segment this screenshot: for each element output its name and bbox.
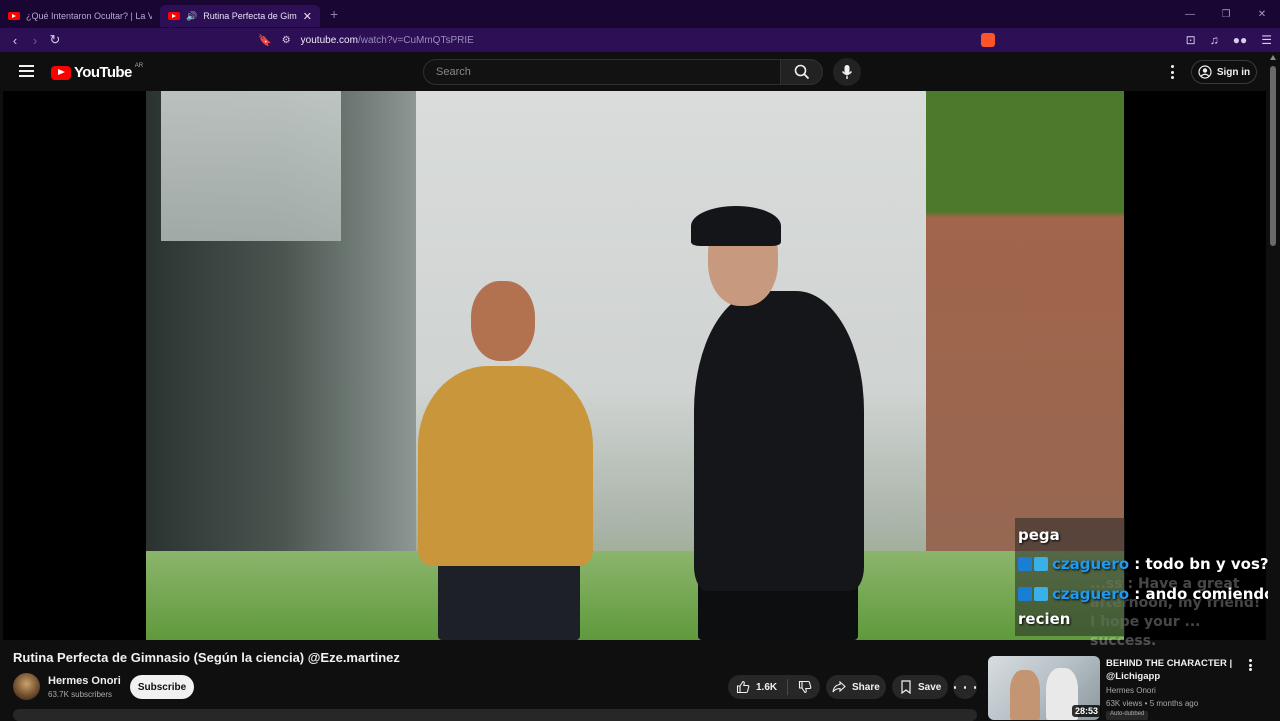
chat-badges — [1018, 587, 1048, 601]
scroll-up-icon[interactable] — [1270, 55, 1276, 60]
recommendation-channel[interactable]: Hermes Onori — [1106, 686, 1156, 695]
channel-name[interactable]: Hermes Onori — [48, 675, 121, 687]
account-icon — [1198, 65, 1212, 79]
screenshot-icon[interactable]: ⊡ — [1186, 33, 1196, 47]
chat-line: recien — [1018, 610, 1070, 628]
country-code: AR — [134, 62, 144, 69]
address-bar[interactable]: 🔖 ⚙ youtube.com/watch?v=CuMmQTsPRIE — [258, 28, 474, 52]
browser-tabstrip: ¿Qué Intentaron Ocultar? | La Verdad 🔊 R… — [0, 0, 1280, 28]
sub-badge-icon — [1034, 587, 1048, 601]
new-tab-button[interactable]: + — [330, 6, 338, 22]
site-settings-icon[interactable]: ⚙ — [282, 35, 291, 46]
description-box[interactable] — [13, 709, 977, 721]
back-icon[interactable]: ‹ — [5, 28, 25, 52]
url-path: /watch?v=CuMmQTsPRIE — [357, 34, 474, 46]
scene-floor — [146, 551, 1124, 640]
url-host: youtube.com — [300, 34, 358, 46]
save-button[interactable]: Save — [892, 675, 948, 699]
auto-dubbed-badge: Auto-dubbed — [1106, 711, 1149, 720]
channel-avatar[interactable] — [13, 673, 40, 700]
chat-line: czaguero : todo bn y vos? — [1018, 555, 1269, 573]
search-button[interactable] — [780, 59, 823, 85]
search-input[interactable] — [424, 60, 780, 84]
close-window-icon[interactable]: ✕ — [1244, 0, 1280, 28]
like-divider — [787, 679, 789, 695]
recommendation-meta: 63K views • 5 months ago — [1106, 699, 1199, 708]
tab-title: ¿Qué Intentaron Ocultar? | La Verdad — [26, 11, 152, 21]
music-icon[interactable]: ♫ — [1210, 33, 1219, 47]
more-actions-button[interactable] — [953, 675, 977, 699]
video-duration: 28:53 — [1072, 705, 1102, 717]
bookmark-icon[interactable]: 🔖 — [258, 34, 272, 47]
prime-badge-icon — [1018, 557, 1032, 571]
share-label: Share — [852, 681, 880, 693]
prime-badge-icon — [1018, 587, 1032, 601]
minimize-icon[interactable]: — — [1172, 0, 1208, 28]
reload-icon[interactable]: ↻ — [45, 28, 65, 52]
chat-message: recien — [1018, 610, 1071, 628]
like-dislike-bar: 1.6K — [728, 675, 820, 699]
forward-icon[interactable]: › — [25, 28, 45, 52]
youtube-favicon-icon — [8, 12, 20, 20]
chat-line: pega — [1018, 526, 1060, 544]
tab-close-icon[interactable]: ✕ — [303, 10, 312, 23]
browser-tab-2[interactable]: 🔊 Rutina Perfecta de Gimnasio ( ✕ — [160, 5, 320, 27]
sign-in-button[interactable]: Sign in — [1191, 60, 1257, 84]
restore-icon[interactable]: ❐ — [1208, 0, 1244, 28]
toolbar-right: ⊡ ♫ ●● ☰ — [1186, 28, 1272, 52]
search-icon — [794, 64, 809, 80]
brave-shields-icon[interactable] — [981, 33, 995, 47]
chat-badges — [1018, 557, 1048, 571]
subscriber-count: 63.7K subscribers — [48, 690, 113, 699]
voice-search-button[interactable] — [833, 58, 861, 86]
settings-more-icon[interactable] — [1166, 65, 1178, 79]
video-frame — [146, 91, 1124, 640]
person-right-body — [694, 291, 864, 591]
browser-tab-1[interactable]: ¿Qué Intentaron Ocultar? | La Verdad — [0, 5, 160, 27]
like-count[interactable]: 1.6K — [756, 682, 777, 693]
sign-in-label: Sign in — [1216, 66, 1251, 78]
youtube-favicon-icon — [168, 12, 180, 20]
page-scrollbar[interactable] — [1268, 52, 1280, 720]
chat-line: czaguero : ando comiendo — [1018, 585, 1274, 603]
microphone-icon — [841, 65, 853, 79]
browser-menu-icon[interactable]: ☰ — [1261, 33, 1272, 47]
youtube-logo[interactable]: YouTube AR — [51, 62, 144, 81]
scrollbar-thumb[interactable] — [1270, 66, 1276, 246]
browser-toolbar: ‹ › ↻ 🔖 ⚙ youtube.com/watch?v=CuMmQTsPRI… — [0, 28, 1280, 52]
share-button[interactable]: Share — [826, 675, 886, 699]
bookmark-save-icon — [901, 680, 911, 694]
extension-icon[interactable]: ●● — [1233, 33, 1248, 47]
person-left-head — [471, 281, 535, 361]
recommendation-more-icon[interactable] — [1247, 659, 1253, 671]
chat-username: czaguero — [1052, 585, 1130, 603]
recommendation-title[interactable]: BEHIND THE CHARACTER | @Lichigapp — [1106, 657, 1241, 683]
thumbs-up-icon[interactable] — [736, 680, 750, 694]
thumbnail-figure — [1010, 670, 1040, 720]
chat-message: pega — [1018, 526, 1060, 544]
chat-message: : todo bn y vos? — [1129, 555, 1269, 573]
save-label: Save — [918, 681, 942, 693]
window-controls: — ❐ ✕ — [1172, 0, 1280, 28]
video-title: Rutina Perfecta de Gimnasio (Según la ci… — [13, 650, 400, 665]
menu-icon[interactable] — [19, 65, 34, 77]
youtube-masthead: YouTube AR Sign in — [0, 52, 1280, 92]
person-left-legs — [438, 561, 580, 640]
logo-text: YouTube — [74, 64, 132, 81]
search-box — [423, 59, 781, 85]
chat-username: czaguero — [1052, 555, 1130, 573]
speaker-icon[interactable]: 🔊 — [186, 11, 197, 22]
thumbs-down-icon[interactable] — [798, 680, 812, 694]
sub-badge-icon — [1034, 557, 1048, 571]
person-left-body — [418, 366, 593, 566]
subscribe-button[interactable]: Subscribe — [130, 675, 194, 699]
youtube-play-icon — [51, 65, 71, 80]
share-icon — [832, 680, 846, 693]
chat-overlay: pega czaguero : todo bn y vos? czaguero … — [1015, 518, 1274, 636]
chat-message: : ando comiendo — [1129, 585, 1275, 603]
person-right-cap — [691, 206, 781, 246]
tab-title: Rutina Perfecta de Gimnasio ( — [203, 11, 297, 21]
scene-window — [161, 91, 341, 241]
